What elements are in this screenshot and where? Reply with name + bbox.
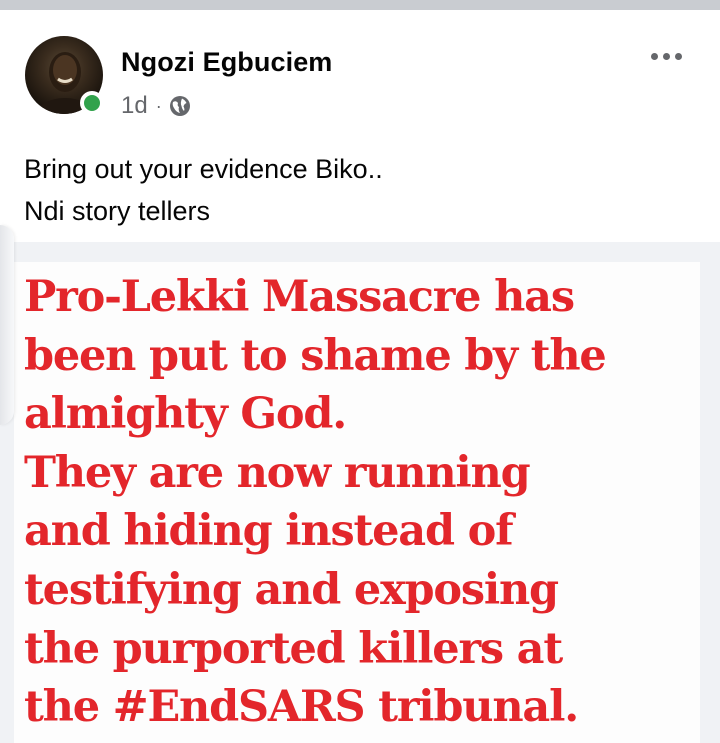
carousel-edge: [0, 225, 14, 425]
globe-icon[interactable]: [168, 94, 192, 118]
meta-separator: ·: [155, 95, 162, 116]
post-text-line: Ndi story tellers: [24, 196, 211, 226]
author-name-link[interactable]: Ngozi Egbuciem: [121, 47, 332, 78]
image-text-line: Pro-Lekki Massacre has: [24, 272, 575, 322]
post-options-button[interactable]: [640, 40, 692, 72]
image-text-line: They are now running: [24, 447, 531, 498]
feed-divider: [0, 0, 720, 10]
post-meta: 1d ·: [121, 90, 192, 122]
post-image[interactable]: Pro-Lekki Massacre has been put to shame…: [14, 262, 700, 743]
image-text-line: testifying and exposing: [24, 564, 559, 615]
author-avatar[interactable]: [25, 36, 104, 115]
image-text-line: been put to shame by the: [24, 330, 607, 381]
post-image-container[interactable]: Pro-Lekki Massacre has been put to shame…: [0, 242, 720, 743]
more-dot-icon: [674, 52, 682, 60]
image-text-line: the #EndSARS tribunal.: [24, 682, 579, 733]
more-dot-icon: [650, 52, 658, 60]
image-text-line: the purported killers at: [24, 623, 563, 674]
image-text-line: almighty God.: [24, 389, 347, 440]
post-text-line: Bring out your evidence Biko..: [24, 154, 383, 184]
post-body-text: Bring out your evidence Biko.. Ndi story…: [24, 148, 383, 232]
online-status-indicator: [80, 91, 104, 115]
feed-post: Ngozi Egbuciem 1d · Bring out your evide…: [0, 10, 720, 743]
image-text-line: and hiding instead of: [24, 506, 514, 557]
post-timestamp[interactable]: 1d: [121, 92, 148, 120]
more-dot-icon: [662, 52, 670, 60]
image-headline: Pro-Lekki Massacre has been put to shame…: [24, 268, 607, 737]
